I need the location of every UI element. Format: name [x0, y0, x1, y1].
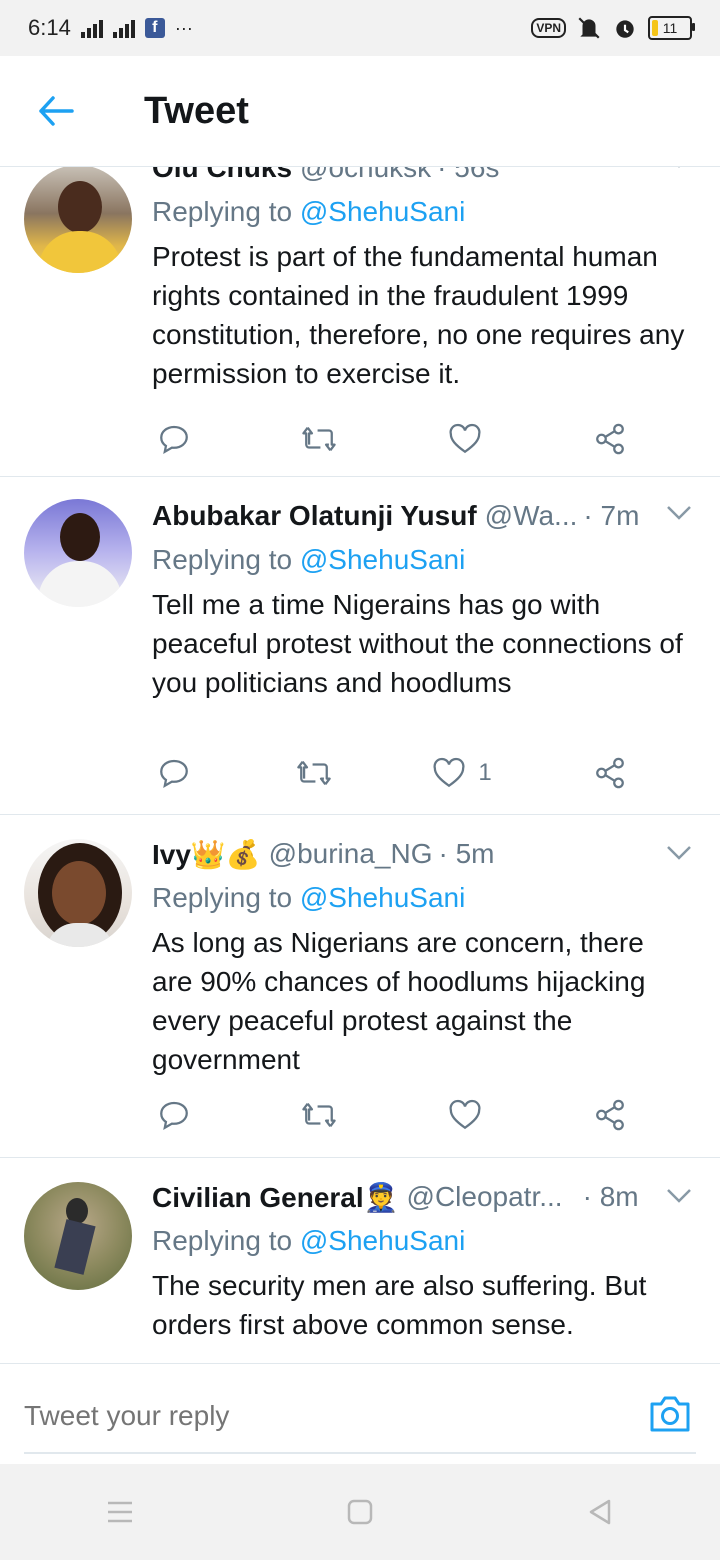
- mention-link[interactable]: @ShehuSani: [300, 196, 465, 227]
- tweet-item[interactable]: Ivy👑💰 @burina_NG · 5m Replying to @Shehu…: [0, 815, 720, 1158]
- reply-button[interactable]: [152, 417, 196, 461]
- reply-icon: [160, 759, 188, 788]
- back-triangle-icon: [589, 1499, 611, 1525]
- tweet-item[interactable]: Olu Chuks @ochuksk · 56s Replying to @Sh…: [0, 167, 720, 477]
- signal-icon-2: [112, 18, 135, 38]
- tweet-time: · 56s: [437, 167, 500, 183]
- back-button[interactable]: [28, 83, 84, 139]
- menu-icon: [108, 1501, 132, 1523]
- reply-button[interactable]: [152, 751, 196, 795]
- share-button[interactable]: [588, 1093, 632, 1137]
- chevron-down-icon: [667, 506, 691, 520]
- retweet-icon: [297, 760, 331, 786]
- heart-icon: [449, 1099, 481, 1130]
- tweet-text: Protest is part of the fundamental human…: [152, 241, 685, 389]
- share-button[interactable]: [588, 751, 632, 795]
- share-button[interactable]: [588, 417, 632, 461]
- share-icon: [596, 757, 624, 789]
- reply-button[interactable]: [152, 1093, 196, 1137]
- system-nav-bar: [0, 1464, 720, 1560]
- replying-to: Replying to @ShehuSani: [152, 1225, 466, 1256]
- tweet-time: · 5m: [438, 838, 495, 869]
- tweet-time: · 7m: [583, 500, 640, 531]
- page-title: Tweet: [144, 89, 249, 132]
- tweet-menu-button[interactable]: [666, 845, 692, 866]
- alarm-icon: [616, 20, 634, 38]
- reply-composer: [0, 1363, 720, 1464]
- tweet-author-handle[interactable]: @ochuksk: [300, 167, 431, 184]
- tweet-author-handle[interactable]: @burina_NG: [269, 838, 433, 870]
- heart-icon: [449, 423, 481, 454]
- reply-icon: [160, 1101, 188, 1130]
- tweet-author-handle[interactable]: @Wa...: [485, 500, 578, 532]
- tweet-author-name[interactable]: Abubakar Olatunji Yusuf: [152, 500, 477, 532]
- camera-button[interactable]: [648, 1394, 692, 1438]
- back-arrow-icon: [39, 96, 74, 126]
- avatar[interactable]: [24, 499, 132, 607]
- mention-link[interactable]: @ShehuSani: [300, 1225, 465, 1256]
- mention-link[interactable]: @ShehuSani: [300, 882, 465, 913]
- home-square-icon: [347, 1499, 373, 1525]
- avatar[interactable]: [24, 1182, 132, 1290]
- share-icon: [596, 1099, 624, 1131]
- mute-icon: [578, 17, 600, 39]
- avatar[interactable]: [24, 839, 132, 947]
- retweet-button[interactable]: [297, 417, 341, 461]
- heart-icon: [433, 757, 465, 788]
- signal-icon: [80, 18, 103, 38]
- like-button[interactable]: 1: [432, 751, 492, 795]
- retweet-button[interactable]: [292, 751, 336, 795]
- reply-input-underline: [24, 1452, 696, 1454]
- chevron-down-icon: [667, 846, 691, 860]
- replying-to: Replying to @ShehuSani: [152, 196, 466, 227]
- chevron-down-icon: [678, 167, 680, 168]
- replying-to: Replying to @ShehuSani: [152, 882, 466, 913]
- like-button[interactable]: [443, 1093, 487, 1137]
- home-nav-button[interactable]: [330, 1482, 390, 1542]
- tweet-text: As long as Nigerians are concern, there …: [152, 927, 646, 1075]
- back-nav-button[interactable]: [570, 1482, 630, 1542]
- tweet-text: Tell me a time Nigerains has go with pea…: [152, 589, 683, 698]
- tweet-menu-button[interactable]: [666, 167, 692, 174]
- tweet-author-name[interactable]: Ivy👑💰: [152, 838, 261, 871]
- app-header: Tweet: [0, 56, 720, 167]
- tweet-author-name[interactable]: Olu Chuks: [152, 167, 292, 184]
- menu-nav-button[interactable]: [90, 1482, 150, 1542]
- more-notifications-icon: ···: [174, 17, 193, 38]
- battery-icon: 11: [648, 16, 695, 40]
- mention-link[interactable]: @ShehuSani: [300, 544, 465, 575]
- reply-input[interactable]: [24, 1386, 624, 1446]
- status-bar: 6:14 f ··· VPN 11: [0, 0, 720, 56]
- retweet-icon: [302, 426, 337, 452]
- facebook-icon: f: [144, 18, 165, 38]
- share-icon: [596, 423, 624, 455]
- tweet-time: · 8m: [582, 1181, 639, 1212]
- reply-list[interactable]: Olu Chuks @ochuksk · 56s Replying to @Sh…: [0, 167, 720, 1362]
- reply-icon: [160, 425, 188, 454]
- status-time: 6:14: [28, 15, 71, 40]
- avatar[interactable]: [24, 167, 132, 273]
- tweet-author-handle[interactable]: @Cleopatr...: [407, 1181, 563, 1213]
- replying-to: Replying to @ShehuSani: [152, 544, 466, 575]
- chevron-down-icon: [667, 1189, 691, 1203]
- tweet-menu-button[interactable]: [666, 1188, 692, 1209]
- tweet-author-name[interactable]: Civilian General👮: [152, 1181, 399, 1214]
- retweet-icon: [302, 1102, 337, 1128]
- like-count: 1: [478, 759, 492, 786]
- tweet-item[interactable]: Civilian General👮 @Cleopatr... · 8m Repl…: [0, 1158, 720, 1362]
- retweet-button[interactable]: [297, 1093, 341, 1137]
- like-button[interactable]: [443, 417, 487, 461]
- tweet-menu-button[interactable]: [666, 505, 692, 526]
- camera-icon: [650, 1396, 690, 1432]
- vpn-icon: VPN: [531, 18, 566, 38]
- tweet-item[interactable]: Abubakar Olatunji Yusuf @Wa... · 7m Repl…: [0, 477, 720, 815]
- tweet-text: The security men are also suffering. But…: [152, 1270, 647, 1340]
